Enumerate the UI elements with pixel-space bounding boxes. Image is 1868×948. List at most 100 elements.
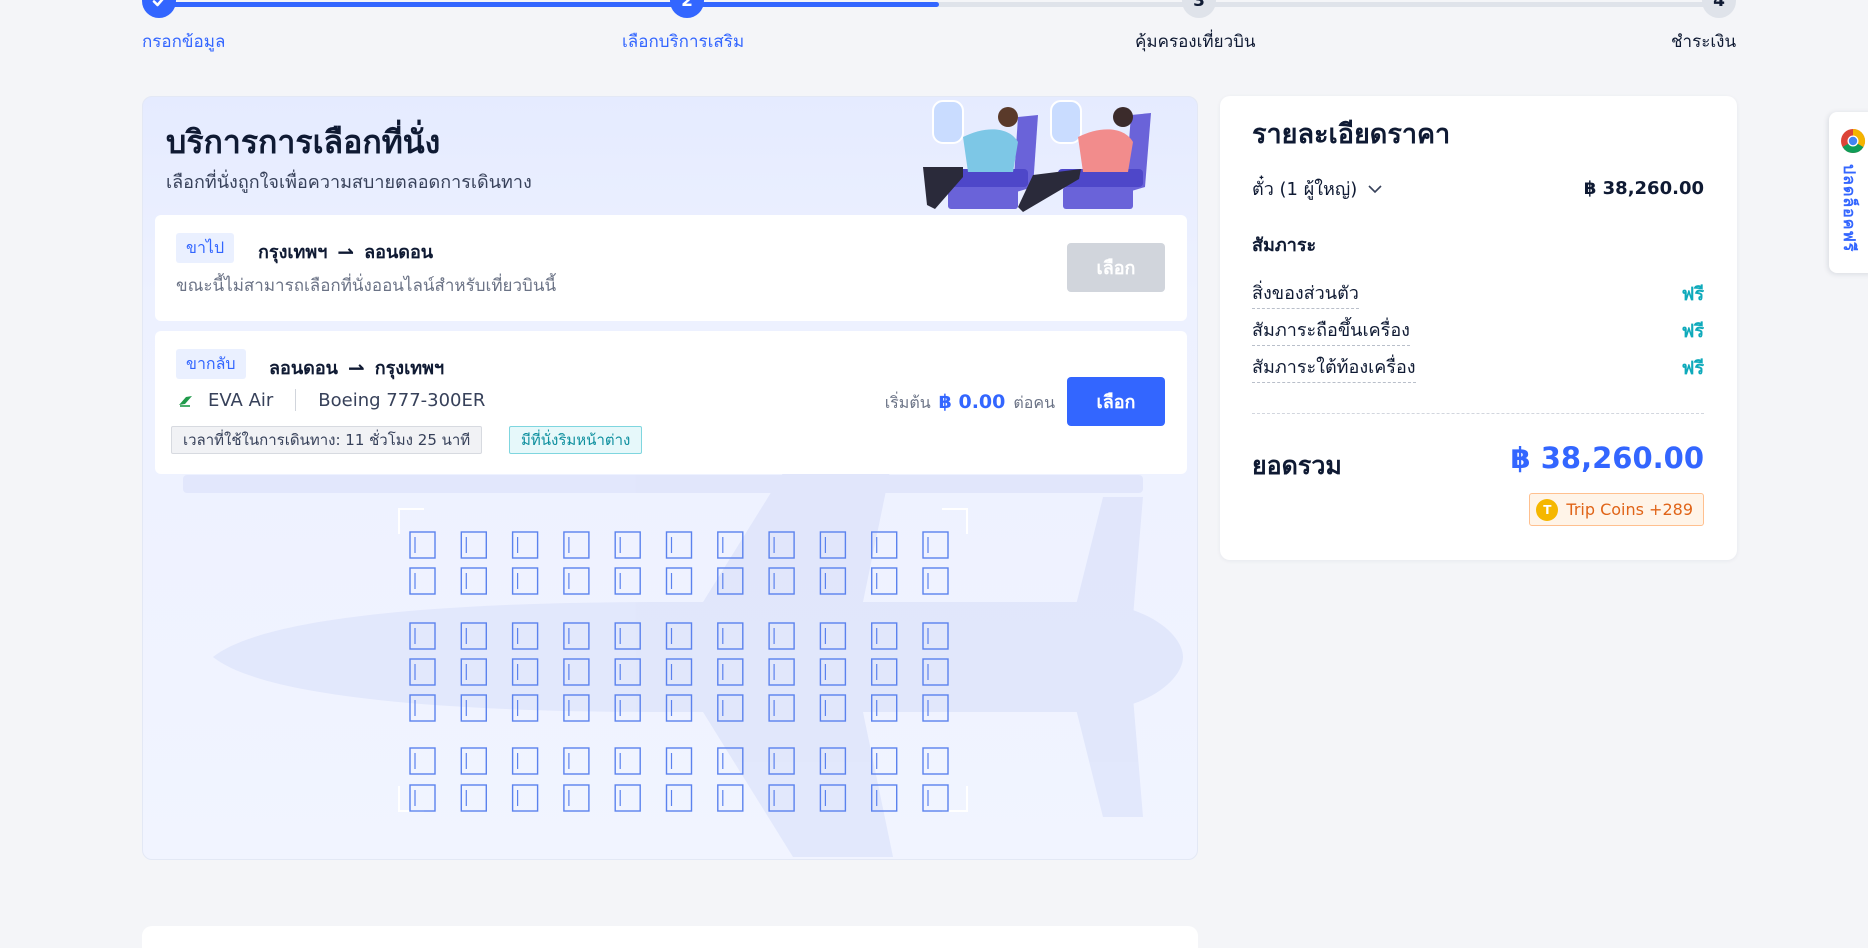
seat[interactable] [409, 531, 436, 559]
seat[interactable] [614, 658, 641, 686]
seat[interactable] [511, 747, 539, 775]
seat[interactable] [614, 567, 641, 595]
seat[interactable] [409, 567, 436, 595]
seat[interactable] [665, 658, 693, 686]
seat[interactable] [819, 658, 847, 686]
step-1-complete-check-icon [142, 0, 176, 18]
inbound-destination: กรุงเทพฯ [374, 358, 445, 379]
seat[interactable] [665, 694, 693, 722]
seat[interactable] [511, 694, 539, 722]
seat[interactable] [614, 694, 641, 722]
seat[interactable] [563, 694, 590, 722]
seat[interactable] [717, 784, 744, 812]
seat[interactable] [717, 567, 744, 595]
baggage-label[interactable]: สัมภาระใต้ท้องเครื่อง [1252, 352, 1416, 383]
baggage-value: ฟรี [1681, 358, 1704, 379]
seat[interactable] [511, 567, 539, 595]
seat[interactable] [717, 622, 744, 650]
seat[interactable] [409, 747, 436, 775]
seat[interactable] [460, 658, 487, 686]
seat[interactable] [511, 784, 539, 812]
seat[interactable] [460, 622, 487, 650]
seat[interactable] [922, 747, 949, 775]
seat[interactable] [922, 531, 949, 559]
seat[interactable] [563, 567, 590, 595]
route-arrow-icon: ⇀ [347, 355, 365, 380]
seat[interactable] [409, 622, 436, 650]
seat[interactable] [460, 567, 487, 595]
seat[interactable] [460, 747, 487, 775]
seat[interactable] [768, 747, 795, 775]
seat[interactable] [922, 784, 949, 812]
seat[interactable] [665, 567, 693, 595]
inbound-select-button[interactable]: เลือก [1067, 377, 1165, 426]
stepper-progress-fill [158, 2, 939, 7]
eva-air-logo-icon [179, 395, 192, 407]
ticket-price: ฿ 38,260.00 [1583, 178, 1704, 199]
seat[interactable] [614, 622, 641, 650]
seat[interactable] [819, 531, 847, 559]
seat[interactable] [665, 747, 693, 775]
seat[interactable] [717, 747, 744, 775]
seat[interactable] [511, 622, 539, 650]
outbound-select-button[interactable]: เลือก [1067, 243, 1165, 292]
seat[interactable] [563, 784, 590, 812]
seat[interactable] [563, 658, 590, 686]
trip-coin-icon: T [1536, 498, 1559, 521]
seat[interactable] [409, 694, 436, 722]
seat[interactable] [768, 567, 795, 595]
seat[interactable] [409, 784, 436, 812]
seat[interactable] [819, 567, 847, 595]
chevron-down-icon[interactable] [1367, 184, 1383, 194]
seat[interactable] [614, 784, 641, 812]
seat[interactable] [717, 531, 744, 559]
ticket-row[interactable]: ตั๋ว (1 ผู้ใหญ่) ฿ 38,260.00 [1252, 174, 1704, 203]
seat[interactable] [665, 622, 693, 650]
seat[interactable] [871, 694, 898, 722]
seat[interactable] [768, 694, 795, 722]
seat[interactable] [871, 747, 898, 775]
seat[interactable] [768, 658, 795, 686]
seat[interactable] [460, 694, 487, 722]
seat[interactable] [922, 567, 949, 595]
unlock-free-side-tab[interactable]: ปลดล็อคฟรี [1829, 112, 1868, 273]
seat[interactable] [871, 658, 898, 686]
seat[interactable] [460, 531, 487, 559]
seat[interactable] [563, 747, 590, 775]
baggage-row: สัมภาระถือขึ้นเครื่อง ฟรี [1252, 315, 1704, 346]
seat[interactable] [614, 747, 641, 775]
seat[interactable] [819, 694, 847, 722]
seat-service-subtitle: เลือกที่นั่งถูกใจเพื่อความสบายตลอดการเดิ… [166, 172, 532, 193]
seat[interactable] [871, 531, 898, 559]
seat[interactable] [665, 784, 693, 812]
seat[interactable] [511, 531, 539, 559]
seat[interactable] [922, 658, 949, 686]
seat[interactable] [768, 531, 795, 559]
seat[interactable] [819, 784, 847, 812]
seat[interactable] [819, 747, 847, 775]
seat[interactable] [563, 622, 590, 650]
route-arrow-icon: ⇀ [337, 239, 355, 264]
seat[interactable] [717, 658, 744, 686]
seat[interactable] [409, 658, 436, 686]
seat[interactable] [717, 694, 744, 722]
baggage-label[interactable]: สัมภาระถือขึ้นเครื่อง [1252, 315, 1410, 346]
seat[interactable] [614, 531, 641, 559]
seat[interactable] [460, 784, 487, 812]
seat[interactable] [768, 784, 795, 812]
baggage-row: สิ่งของส่วนตัว ฟรี [1252, 278, 1704, 309]
seat[interactable] [511, 658, 539, 686]
baggage-label[interactable]: สิ่งของส่วนตัว [1252, 278, 1359, 309]
seat[interactable] [665, 531, 693, 559]
seat[interactable] [768, 622, 795, 650]
step-4-label: ชำระเงิน [1671, 32, 1737, 52]
inbound-leg: ขากลับ ลอนดอน ⇀ กรุงเทพฯ EVA Air Boeing … [155, 331, 1187, 474]
seat[interactable] [922, 622, 949, 650]
seat[interactable] [819, 622, 847, 650]
ticket-label[interactable]: ตั๋ว (1 ผู้ใหญ่) [1252, 174, 1383, 203]
seat[interactable] [871, 567, 898, 595]
seat[interactable] [871, 784, 898, 812]
seat[interactable] [922, 694, 949, 722]
seat[interactable] [563, 531, 590, 559]
seat[interactable] [871, 622, 898, 650]
